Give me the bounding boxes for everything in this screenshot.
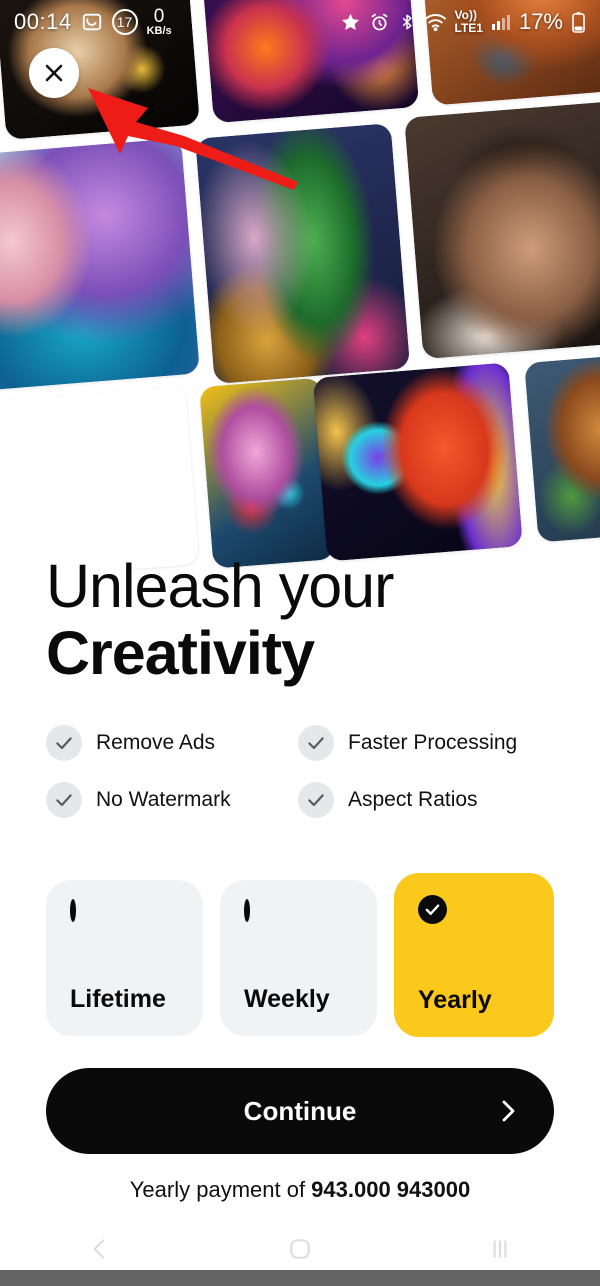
collage-tile-fox-sculpture [419,0,600,106]
paywall-content: Unleash your Creativity Remove Ads Faste… [0,555,600,1037]
headline-line-1: Unleash your [46,552,394,620]
feature-list: Remove Ads Faster Processing No Watermar… [46,724,556,818]
chevron-right-icon [498,1098,518,1124]
artwork-pagoda-house [524,352,600,543]
feature-item-aspect-ratios: Aspect Ratios [298,781,550,818]
close-icon [45,64,63,82]
radio-checked-icon[interactable] [418,894,447,924]
page-title: Unleash your Creativity [46,555,600,685]
check-icon [298,724,334,761]
artwork-psychedelic-face [201,0,420,124]
feature-label: Aspect Ratios [348,787,478,811]
feature-item-faster-processing: Faster Processing [298,724,550,761]
home-icon [290,1239,310,1259]
plan-option-lifetime[interactable]: Lifetime [46,879,203,1036]
feature-label: Remove Ads [96,730,216,754]
plan-label: Lifetime [70,984,166,1013]
collage-tile-pagoda-house [524,352,600,543]
close-button[interactable] [29,48,79,98]
collage-tile-snow-man-face [404,100,600,360]
nav-back-button[interactable] [45,1228,155,1270]
artwork-blue-hair-woman [0,137,200,391]
collage-tile-pink-room-plant [195,123,411,384]
plan-label: Weekly [244,984,330,1013]
check-icon [46,781,82,818]
payment-note-amount: 943.000 943000 [311,1177,471,1202]
nav-recents-button[interactable] [445,1228,555,1270]
plan-label: Yearly [418,985,492,1014]
continue-button[interactable]: Continue [46,1068,554,1154]
collage-rotated-grid [0,0,600,570]
artwork-pink-room-plant [195,123,411,384]
artwork-general-cat [0,386,199,570]
artwork-snow-man-face [404,100,600,360]
check-icon [46,724,82,761]
collage-tile-blue-hair-woman [0,137,200,391]
check-icon [298,781,334,818]
collage-tile-anime-goggles [312,362,523,562]
back-icon [93,1239,105,1259]
artwork-fox-sculpture [419,0,600,106]
artwork-anime-goggles [312,362,523,562]
plan-option-yearly[interactable]: Yearly [394,872,554,1037]
purchase-screen: 00:14 17 0 KB/s Vo)) LTE1 17% Unleash yo… [0,0,600,1286]
payment-note-prefix: Yearly payment of [129,1177,312,1202]
recents-icon [493,1240,507,1258]
collage-tile-psychedelic-face [201,0,420,124]
feature-item-remove-ads: Remove Ads [46,724,298,761]
payment-note: Yearly payment of 943.000 943000 [0,1177,600,1203]
nav-home-button[interactable] [245,1228,355,1270]
android-nav-bar [0,1228,600,1270]
feature-label: Faster Processing [348,730,518,754]
plan-selector: Lifetime Weekly Yearly [46,860,554,1037]
collage-tile-general-cat [0,386,199,570]
plan-option-weekly[interactable]: Weekly [220,879,377,1036]
feature-item-no-watermark: No Watermark [46,781,298,818]
bottom-gray-strip [0,1270,600,1286]
feature-label: No Watermark [96,787,231,811]
radio-empty-icon[interactable] [244,898,250,922]
headline-line-2: Creativity [46,618,315,687]
continue-button-label: Continue [243,1095,357,1126]
hero-image-collage [0,0,600,570]
radio-empty-icon[interactable] [70,898,76,922]
